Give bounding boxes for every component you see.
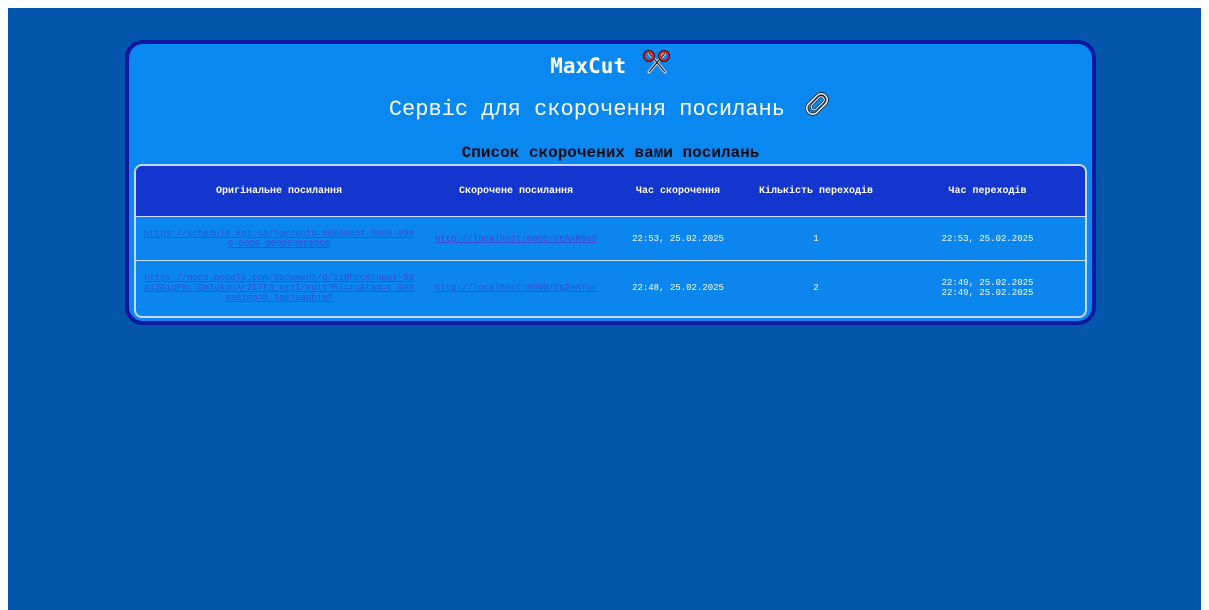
click-time: 22:49, 25.02.2025: [941, 278, 1034, 288]
column-header-click-times: Час переходів: [886, 166, 1085, 217]
list-title: Список скорочених вами посилань: [461, 144, 760, 162]
original-link-cell: https://schedule.kpi.ua/?groupId=00000a5…: [136, 216, 422, 261]
short-link-cell: http://localhost:8000/H6AAR8a9: [422, 216, 610, 261]
created-time-cell: 22:48, 25.02.2025: [610, 260, 746, 315]
short-link-cell: http://localhost:8000/dg2eAYur: [422, 260, 610, 315]
links-table-container: Оригінальне посилання Скорочене посиланн…: [134, 164, 1087, 318]
main-card: MaxCut Сервіс для скорочення посилань Сп…: [125, 40, 1096, 325]
clicks-count-cell: 1: [746, 216, 886, 261]
subtitle-text: Сервіс для скорочення посилань: [388, 96, 785, 122]
original-link[interactable]: https://docs.google.com/document/d/118hc…: [144, 273, 414, 303]
original-link-cell: https://docs.google.com/document/d/118hc…: [136, 260, 422, 315]
click-time: 22:53, 25.02.2025: [941, 233, 1034, 244]
scissors-icon: [642, 50, 671, 84]
table-row: https://schedule.kpi.ua/?groupId=00000a5…: [136, 216, 1085, 261]
table-row: https://docs.google.com/document/d/118hc…: [136, 260, 1085, 315]
click-times-cell: 22:49, 25.02.2025 22:49, 25.02.2025: [886, 260, 1085, 315]
column-header-clicks: Кількість переходів: [746, 166, 886, 217]
clicks-count-cell: 2: [746, 260, 886, 315]
brand: MaxCut: [129, 50, 1092, 84]
table-header-row: Оригінальне посилання Скорочене посиланн…: [136, 166, 1085, 217]
created-time-cell: 22:53, 25.02.2025: [610, 216, 746, 261]
page-background: MaxCut Сервіс для скорочення посилань Сп…: [8, 8, 1201, 610]
brand-name: MaxCut: [550, 54, 627, 78]
short-link[interactable]: http://localhost:8000/dg2eAYur: [435, 283, 597, 293]
subtitle: Сервіс для скорочення посилань: [129, 89, 1092, 129]
short-link[interactable]: http://localhost:8000/H6AAR8a9: [435, 234, 597, 244]
header: MaxCut Сервіс для скорочення посилань Сп…: [129, 50, 1092, 163]
click-times-cell: 22:53, 25.02.2025: [886, 216, 1085, 261]
column-header-original: Оригінальне посилання: [136, 166, 422, 217]
original-link[interactable]: https://schedule.kpi.ua/?groupId=00000a5…: [144, 229, 414, 249]
column-header-created: Час скорочення: [610, 166, 746, 217]
links-table: Оригінальне посилання Скорочене посиланн…: [136, 166, 1085, 315]
column-header-short: Скорочене посилання: [422, 166, 610, 217]
paperclip-icon: [802, 89, 832, 129]
click-time: 22:49, 25.02.2025: [941, 288, 1034, 298]
